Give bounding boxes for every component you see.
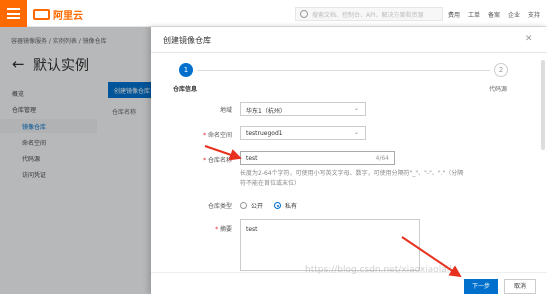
step-connector — [197, 70, 490, 71]
radio-public-label[interactable]: 公开 — [251, 201, 263, 210]
nav-tickets[interactable]: 工单 — [468, 10, 480, 19]
nav-fees[interactable]: 费用 — [448, 10, 460, 19]
summary-label: * 摘要 — [215, 226, 232, 233]
repo-name-counter: 4/64 — [375, 155, 389, 162]
radio-private[interactable] — [274, 202, 281, 209]
next-step-button[interactable]: 下一步 — [464, 279, 498, 294]
namespace-label: * 命名空间 — [203, 132, 232, 139]
aliyun-logo[interactable]: 阿里云 — [33, 7, 83, 22]
repo-name-hint: 长度为2-64个字符，可使用小写英文字母、数字，可使用分隔符"_"、"-"、".… — [240, 170, 464, 187]
region-value: 华东1（杭州） — [246, 108, 286, 115]
radio-public[interactable] — [240, 202, 247, 209]
menu-icon[interactable] — [0, 0, 27, 27]
region-label: 地域 — [219, 107, 232, 114]
repo-name-value: test — [246, 155, 258, 162]
step-2-indicator: 2 — [494, 63, 508, 77]
search-placeholder: 搜索文档、控制台、API、解决方案和资源 — [312, 12, 424, 19]
dialog-divider — [151, 52, 547, 53]
nav-support[interactable]: 支持 — [528, 10, 540, 19]
radio-private-label[interactable]: 私有 — [285, 201, 297, 210]
dialog-title: 创建镜像仓库 — [163, 36, 211, 45]
nav-icp[interactable]: 备案 — [488, 10, 500, 19]
step-2-label: 代码源 — [489, 86, 508, 93]
namespace-value: testruegod1 — [246, 130, 283, 137]
step-1-label: 仓库信息 — [173, 86, 198, 93]
aliyun-logo-mark-icon — [33, 8, 50, 20]
namespace-select[interactable]: testruegod1 ⌄ — [240, 126, 366, 140]
close-icon[interactable]: ✕ — [525, 34, 533, 44]
repo-name-input[interactable]: test 4/64 — [240, 151, 395, 165]
dialog-scrollbar[interactable] — [541, 60, 545, 150]
summary-textarea[interactable]: test — [240, 219, 420, 271]
watermark: https://blog.csdn.net/xiaoxiaolaila — [305, 265, 458, 275]
repo-type-label: 仓库类型 — [207, 203, 232, 210]
chevron-down-icon: ⌄ — [353, 129, 359, 136]
cancel-button[interactable]: 取消 — [504, 279, 536, 294]
chevron-down-icon: ⌄ — [353, 105, 359, 112]
region-select[interactable]: 华东1（杭州） ⌄ — [240, 102, 366, 116]
step-1-indicator: 1 — [179, 63, 193, 77]
search-input[interactable]: 搜索文档、控制台、API、解决方案和资源 — [295, 7, 443, 21]
repo-name-label: * 仓库名称 — [203, 157, 232, 164]
search-icon — [300, 10, 308, 18]
summary-value: test — [246, 226, 258, 233]
nav-enterprise[interactable]: 企业 — [508, 10, 520, 19]
